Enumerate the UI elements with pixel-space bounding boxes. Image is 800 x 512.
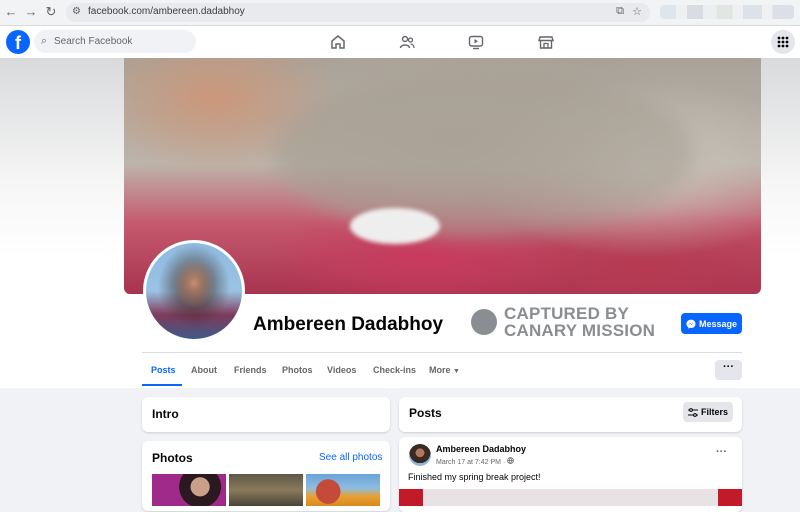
see-all-photos-link[interactable]: See all photos [319, 452, 382, 463]
photo-thumbnail[interactable] [306, 474, 380, 506]
filters-button[interactable]: Filters [683, 402, 733, 422]
home-icon[interactable] [330, 34, 346, 50]
profile-avatar[interactable] [143, 240, 245, 342]
install-app-icon[interactable]: ⧉ [616, 5, 624, 18]
friends-icon[interactable] [399, 34, 415, 50]
filters-icon [687, 407, 698, 417]
tab-friends[interactable]: Friends [234, 365, 267, 375]
watermark-line-1: CAPTURED BY [504, 304, 629, 323]
back-icon[interactable]: ← [3, 4, 19, 20]
active-tab-indicator [142, 384, 182, 386]
grid-menu-icon[interactable] [771, 30, 795, 54]
messenger-icon [686, 319, 696, 329]
watermark: CAPTURED BY CANARY MISSION [471, 305, 671, 341]
post-date[interactable]: March 17 at 7:42 PM · [436, 457, 515, 466]
post-text: Finished my spring break project! [408, 472, 541, 482]
message-button[interactable]: Message [681, 313, 742, 334]
watermark-line-2: CANARY MISSION [504, 321, 656, 340]
tab-more[interactable]: More ▼ [429, 365, 460, 375]
photos-title: Photos [152, 451, 193, 465]
facebook-logo[interactable]: f [6, 30, 30, 54]
facebook-top-bar: f ⌕ [0, 26, 800, 58]
intro-title: Intro [152, 407, 179, 421]
reload-icon[interactable]: ↻ [43, 4, 59, 20]
tab-check-ins[interactable]: Check-ins [373, 365, 416, 375]
tab-photos[interactable]: Photos [282, 365, 313, 375]
search-box[interactable]: ⌕ [34, 30, 196, 53]
browser-toolbar: ← → ↻ ⚙ facebook.com/ambereen.dadabhoy ⧉… [0, 0, 800, 26]
cover-photo-cat [274, 68, 694, 238]
posts-title: Posts [409, 406, 442, 420]
bookmark-star-icon[interactable]: ☆ [632, 5, 642, 18]
globe-icon [507, 457, 515, 464]
search-input[interactable] [54, 34, 190, 49]
profile-more-button[interactable]: ··· [715, 360, 742, 380]
dot-separator: · [502, 459, 506, 466]
intro-card: Intro [142, 397, 390, 432]
forward-icon[interactable]: → [23, 4, 39, 20]
post-options-icon[interactable]: ··· [716, 446, 727, 458]
message-button-label: Message [698, 318, 738, 329]
url-text[interactable]: facebook.com/ambereen.dadabhoy [88, 6, 245, 17]
cover-photo-paw [350, 208, 440, 244]
extensions-area [660, 5, 794, 19]
post-image[interactable] [399, 489, 742, 506]
tabs-divider [142, 352, 742, 353]
search-icon: ⌕ [41, 35, 48, 47]
tab-about[interactable]: About [191, 365, 217, 375]
post-author-avatar[interactable] [409, 444, 431, 466]
watch-icon[interactable] [468, 34, 484, 50]
marketplace-icon[interactable] [538, 34, 554, 50]
tab-posts[interactable]: Posts [151, 365, 176, 375]
tab-more-label: More [429, 365, 451, 375]
address-bar[interactable]: ⚙ facebook.com/ambereen.dadabhoy ⧉ ☆ [66, 3, 650, 22]
photo-thumbnail[interactable] [229, 474, 303, 506]
canary-mission-logo [471, 309, 497, 335]
profile-name: Ambereen Dadabhoy [253, 314, 444, 335]
site-settings-icon[interactable]: ⚙ [72, 6, 81, 17]
post-author[interactable]: Ambereen Dadabhoy [436, 444, 526, 454]
filters-label: Filters [700, 407, 728, 417]
tab-videos[interactable]: Videos [327, 365, 356, 375]
photo-thumbnail[interactable] [152, 474, 226, 506]
post-date-text: March 17 at 7:42 PM [436, 459, 501, 466]
chevron-down-icon: ▼ [453, 368, 460, 375]
